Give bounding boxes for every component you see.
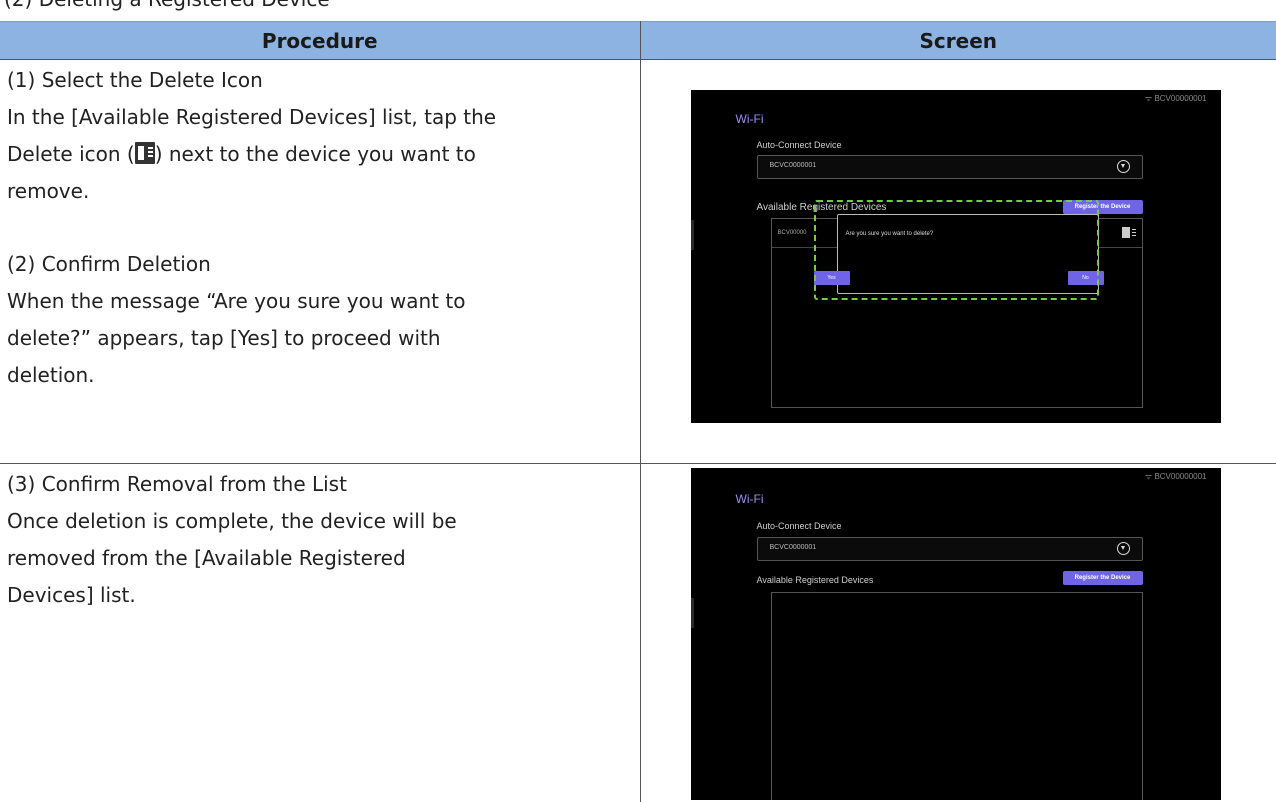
- step-3-text-2: removed from the [Available Registered: [7, 540, 640, 577]
- screen-cell-2: ᯤ BCV00000001 Wi-Fi Auto-Connect Device …: [640, 464, 1276, 802]
- auto-connect-value: BCVC0000001: [770, 162, 817, 169]
- side-handle[interactable]: [691, 220, 694, 250]
- dropdown-icon[interactable]: [1117, 542, 1130, 555]
- step-2-title: (2) Confirm Deletion: [7, 246, 640, 283]
- step-3-text-1: Once deletion is complete, the device wi…: [7, 503, 640, 540]
- col-header-screen: Screen: [640, 22, 1276, 60]
- register-device-button[interactable]: Register the Device: [1063, 571, 1143, 585]
- trash-icon[interactable]: [1122, 227, 1130, 238]
- device-screenshot-removed: ᯤ BCV00000001 Wi-Fi Auto-Connect Device …: [691, 468, 1221, 800]
- wifi-status: ᯤ BCV00000001: [1145, 93, 1207, 104]
- wifi-title: Wi-Fi: [736, 112, 764, 126]
- section-heading: (2) Deleting a Registered Device: [4, 0, 330, 11]
- auto-connect-label: Auto-Connect Device: [757, 521, 842, 531]
- step-1-text-3: remove.: [7, 173, 640, 210]
- procedure-table: Procedure Screen (1) Select the Delete I…: [0, 21, 1276, 802]
- step-1-text: In the [Available Registered Devices] li…: [7, 99, 640, 136]
- step-3-title: (3) Confirm Removal from the List: [7, 466, 640, 503]
- step-2-text-1: When the message “Are you sure you want …: [7, 283, 640, 320]
- step-1-text-2: Delete icon () next to the device you wa…: [7, 136, 640, 173]
- registered-devices-list: [771, 592, 1143, 800]
- device-name: BCV00000: [778, 230, 807, 236]
- procedure-cell-1: (1) Select the Delete Icon In the [Avail…: [0, 60, 640, 464]
- auto-connect-value: BCVC0000001: [770, 544, 817, 551]
- screen-cell-1: ᯤ BCV00000001 Wi-Fi Auto-Connect Device …: [640, 60, 1276, 464]
- auto-connect-field[interactable]: BCVC0000001: [757, 155, 1143, 179]
- auto-connect-field[interactable]: BCVC0000001: [757, 537, 1143, 561]
- available-devices-label: Available Registered Devices: [757, 575, 874, 585]
- auto-connect-label: Auto-Connect Device: [757, 140, 842, 150]
- wifi-title: Wi-Fi: [736, 492, 764, 506]
- wifi-status: ᯤ BCV00000001: [1145, 471, 1207, 482]
- dropdown-icon[interactable]: [1117, 160, 1130, 173]
- device-screenshot-delete: ᯤ BCV00000001 Wi-Fi Auto-Connect Device …: [691, 90, 1221, 423]
- step-1-title: (1) Select the Delete Icon: [7, 62, 640, 99]
- side-handle[interactable]: [691, 598, 694, 628]
- highlight-box: [814, 200, 1099, 300]
- step-2-text-2: delete?” appears, tap [Yes] to proceed w…: [7, 320, 640, 357]
- delete-icon: [135, 142, 155, 164]
- step-2-text-3: deletion.: [7, 357, 640, 394]
- procedure-cell-2: (3) Confirm Removal from the List Once d…: [0, 464, 640, 802]
- step-3-text-3: Devices] list.: [7, 577, 640, 614]
- col-header-procedure: Procedure: [0, 22, 640, 60]
